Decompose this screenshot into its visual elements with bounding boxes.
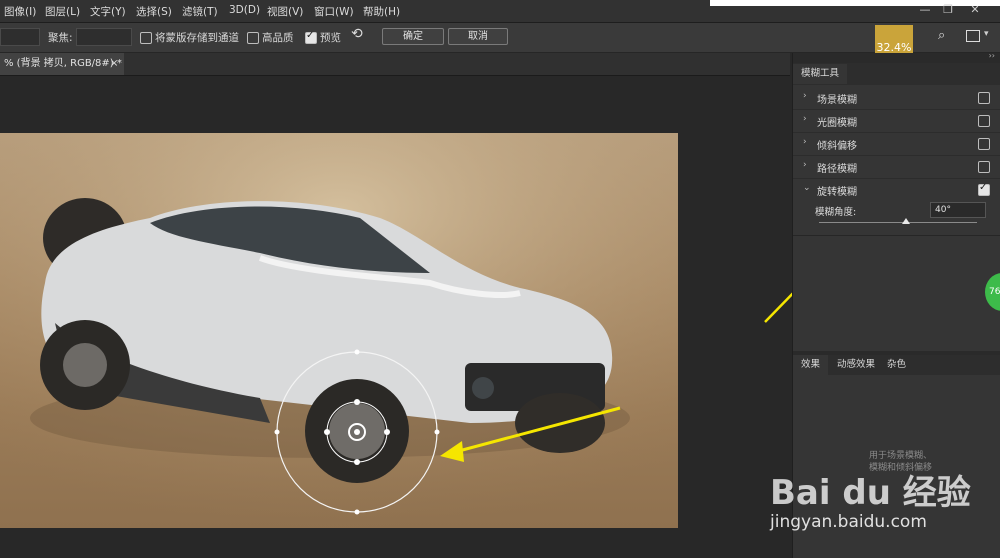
tab-motion-effects[interactable]: 动感效果 — [829, 355, 883, 375]
blur-item-spin[interactable]: ⌄ 旋转模糊 — [793, 178, 1000, 201]
blur-item-checkbox[interactable] — [978, 138, 990, 150]
blur-item-checkbox[interactable] — [978, 161, 990, 173]
blur-item-tilt-shift[interactable]: › 倾斜偏移 — [793, 132, 1000, 156]
chevron-right-icon: › — [803, 91, 807, 101]
blur-panel-tabbar: 模糊工具 — [793, 63, 1000, 85]
effects-tabbar: 效果 动感效果 杂色 — [793, 355, 1000, 375]
blur-item-label: 倾斜偏移 — [817, 141, 857, 152]
blur-item-label: 旋转模糊 — [817, 187, 857, 198]
slider-thumb[interactable] — [901, 218, 910, 224]
blur-item-iris[interactable]: › 光圈模糊 — [793, 109, 1000, 133]
blur-angle-input[interactable]: 40° — [930, 202, 986, 218]
watermark: Bai du 经验 jingyan.baidu.com — [770, 455, 1000, 550]
tab-blur-tools[interactable]: 模糊工具 — [793, 64, 848, 84]
blur-item-label: 光圈模糊 — [817, 118, 857, 129]
watermark-brand: Bai du 经验 — [770, 473, 971, 513]
blur-item-path[interactable]: › 路径模糊 — [793, 155, 1000, 179]
collapse-icon[interactable]: ›› — [989, 51, 995, 60]
chevron-down-icon: ⌄ — [803, 183, 811, 193]
tab-effects[interactable]: 效果 — [793, 355, 829, 375]
panel-collapse-bar[interactable]: ›› — [793, 51, 1000, 63]
blur-item-checkbox[interactable] — [978, 92, 990, 104]
blur-angle-label: 模糊角度: — [815, 207, 857, 218]
blur-item-checkbox[interactable] — [978, 182, 990, 196]
blur-angle-slider[interactable] — [819, 222, 977, 223]
blur-item-label: 场景模糊 — [817, 95, 857, 106]
watermark-url: jingyan.baidu.com — [770, 512, 927, 532]
blur-item-label: 路径模糊 — [817, 164, 857, 175]
blur-item-field[interactable]: › 场景模糊 — [793, 86, 1000, 110]
chevron-right-icon: › — [803, 114, 807, 124]
blur-item-checkbox[interactable] — [978, 115, 990, 127]
tab-noise[interactable]: 杂色 — [879, 355, 914, 375]
chevron-right-icon: › — [803, 160, 807, 170]
chevron-right-icon: › — [803, 137, 807, 147]
divider — [793, 235, 1000, 236]
